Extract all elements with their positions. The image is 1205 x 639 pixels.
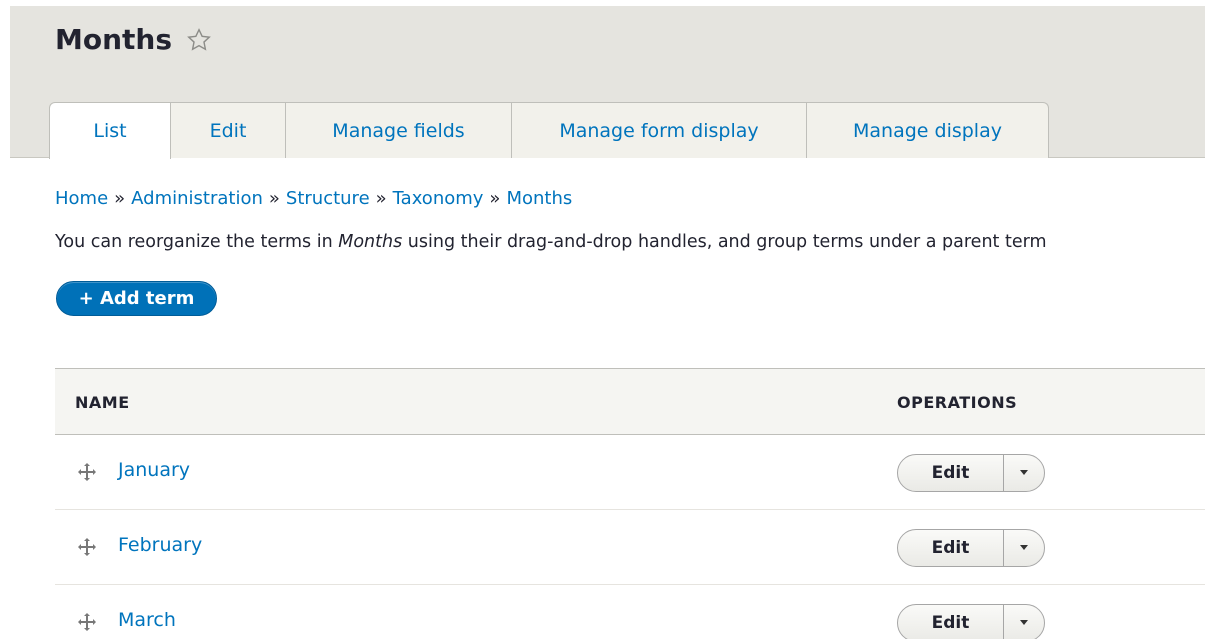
help-text: You can reorganize the terms in Months u… (55, 232, 1205, 252)
help-text-vocabulary: Months (338, 232, 403, 252)
tab-manage-form-display[interactable]: Manage form display (512, 102, 807, 158)
tab-label: Manage display (853, 119, 1002, 142)
term-link[interactable]: January (118, 459, 190, 481)
edit-button[interactable]: Edit (898, 455, 1004, 491)
edit-button[interactable]: Edit (898, 530, 1004, 566)
help-text-end: using their drag-and-drop handles, and g… (402, 232, 1047, 252)
breadcrumb: Home» Administration» Structure» Taxonomy» M… (55, 188, 572, 209)
column-header-operations: OPERATIONS (897, 393, 1018, 412)
table-row: February Edit (55, 510, 1205, 585)
tab-label: Manage form display (559, 119, 759, 142)
term-link[interactable]: March (118, 609, 176, 631)
tab-edit[interactable]: Edit (171, 102, 286, 158)
tab-label: Edit (209, 119, 247, 142)
term-link[interactable]: February (118, 534, 202, 556)
terms-table: NAME OPERATIONS January Edit February Ed… (55, 368, 1205, 639)
operations-dropbutton: Edit (897, 604, 1045, 639)
table-header: NAME OPERATIONS (55, 368, 1205, 435)
breadcrumb-structure[interactable]: Structure (286, 188, 370, 209)
tab-manage-fields[interactable]: Manage fields (286, 102, 512, 158)
drag-handle-icon[interactable] (77, 462, 97, 482)
drag-handle-icon[interactable] (77, 537, 97, 557)
breadcrumb-separator: » (268, 188, 280, 209)
dropbutton-toggle[interactable] (1004, 605, 1044, 639)
tab-list[interactable]: List (49, 102, 171, 159)
breadcrumb-separator: » (114, 188, 126, 209)
column-header-name[interactable]: NAME (75, 393, 130, 412)
star-icon[interactable] (186, 27, 212, 53)
breadcrumb-months[interactable]: Months (506, 188, 572, 209)
operations-dropbutton: Edit (897, 454, 1045, 492)
tab-label: List (93, 120, 127, 142)
chevron-down-icon (1020, 620, 1028, 625)
edit-button[interactable]: Edit (898, 605, 1004, 639)
primary-tabs: List Edit Manage fields Manage form disp… (49, 102, 1049, 159)
drag-handle-icon[interactable] (77, 612, 97, 632)
tab-manage-display[interactable]: Manage display (807, 102, 1049, 158)
table-row: March Edit (55, 585, 1205, 639)
breadcrumb-administration[interactable]: Administration (131, 188, 263, 209)
table-row: January Edit (55, 435, 1205, 510)
page-title-wrap: Months (55, 23, 212, 56)
breadcrumb-separator: » (489, 188, 501, 209)
help-text-start: You can reorganize the terms in (55, 232, 339, 252)
breadcrumb-separator: » (375, 188, 387, 209)
add-term-button[interactable]: + Add term (56, 281, 217, 316)
chevron-down-icon (1020, 470, 1028, 475)
dropbutton-toggle[interactable] (1004, 455, 1044, 491)
page-header: Months List Edit Manage fields Manage fo… (10, 6, 1205, 159)
operations-dropbutton: Edit (897, 529, 1045, 567)
dropbutton-toggle[interactable] (1004, 530, 1044, 566)
tab-label: Manage fields (332, 119, 465, 142)
breadcrumb-taxonomy[interactable]: Taxonomy (393, 188, 484, 209)
chevron-down-icon (1020, 545, 1028, 550)
page-title: Months (55, 23, 173, 56)
breadcrumb-home[interactable]: Home (55, 188, 108, 209)
